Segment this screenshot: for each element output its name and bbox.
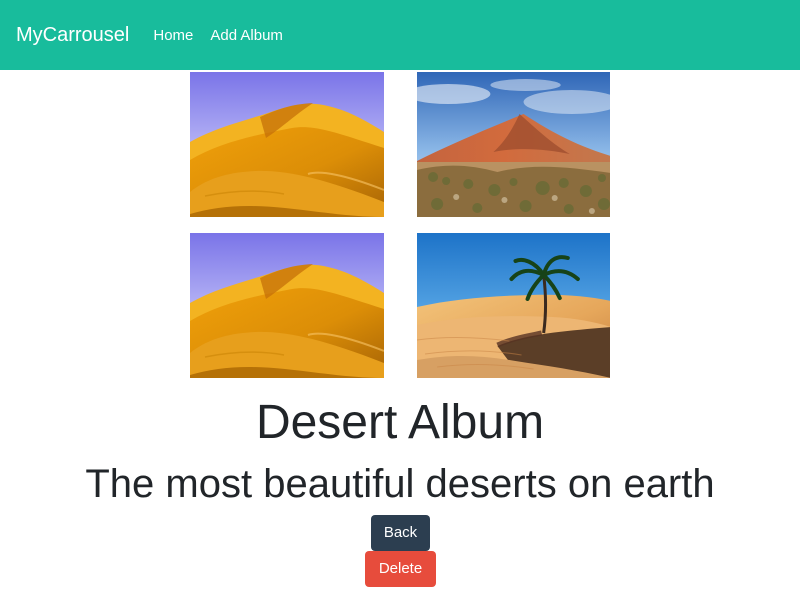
nav-link-add-album[interactable]: Add Album <box>210 28 283 43</box>
back-button[interactable]: Back <box>371 515 430 551</box>
desert-dunes-image <box>190 72 384 217</box>
brand-link[interactable]: MyCarrousel <box>16 25 129 45</box>
nav-link-home[interactable]: Home <box>153 28 193 43</box>
desert-dunes-image <box>190 233 384 378</box>
desert-shrubland-image <box>417 72 610 217</box>
delete-button[interactable]: Delete <box>365 551 436 587</box>
album-photo-desert-palm <box>417 233 610 378</box>
album-photo-desert-dunes-duplicate <box>190 233 384 378</box>
desert-palm-image <box>417 233 610 378</box>
navbar: MyCarrousel Home Add Album <box>0 0 800 70</box>
album-title: Desert Album <box>255 396 545 449</box>
album-gallery <box>190 72 610 378</box>
album-photo-desert-dunes <box>190 72 384 217</box>
album-description: The most beautiful deserts on earth <box>85 462 715 506</box>
album-photo-desert-shrubland <box>417 72 610 217</box>
